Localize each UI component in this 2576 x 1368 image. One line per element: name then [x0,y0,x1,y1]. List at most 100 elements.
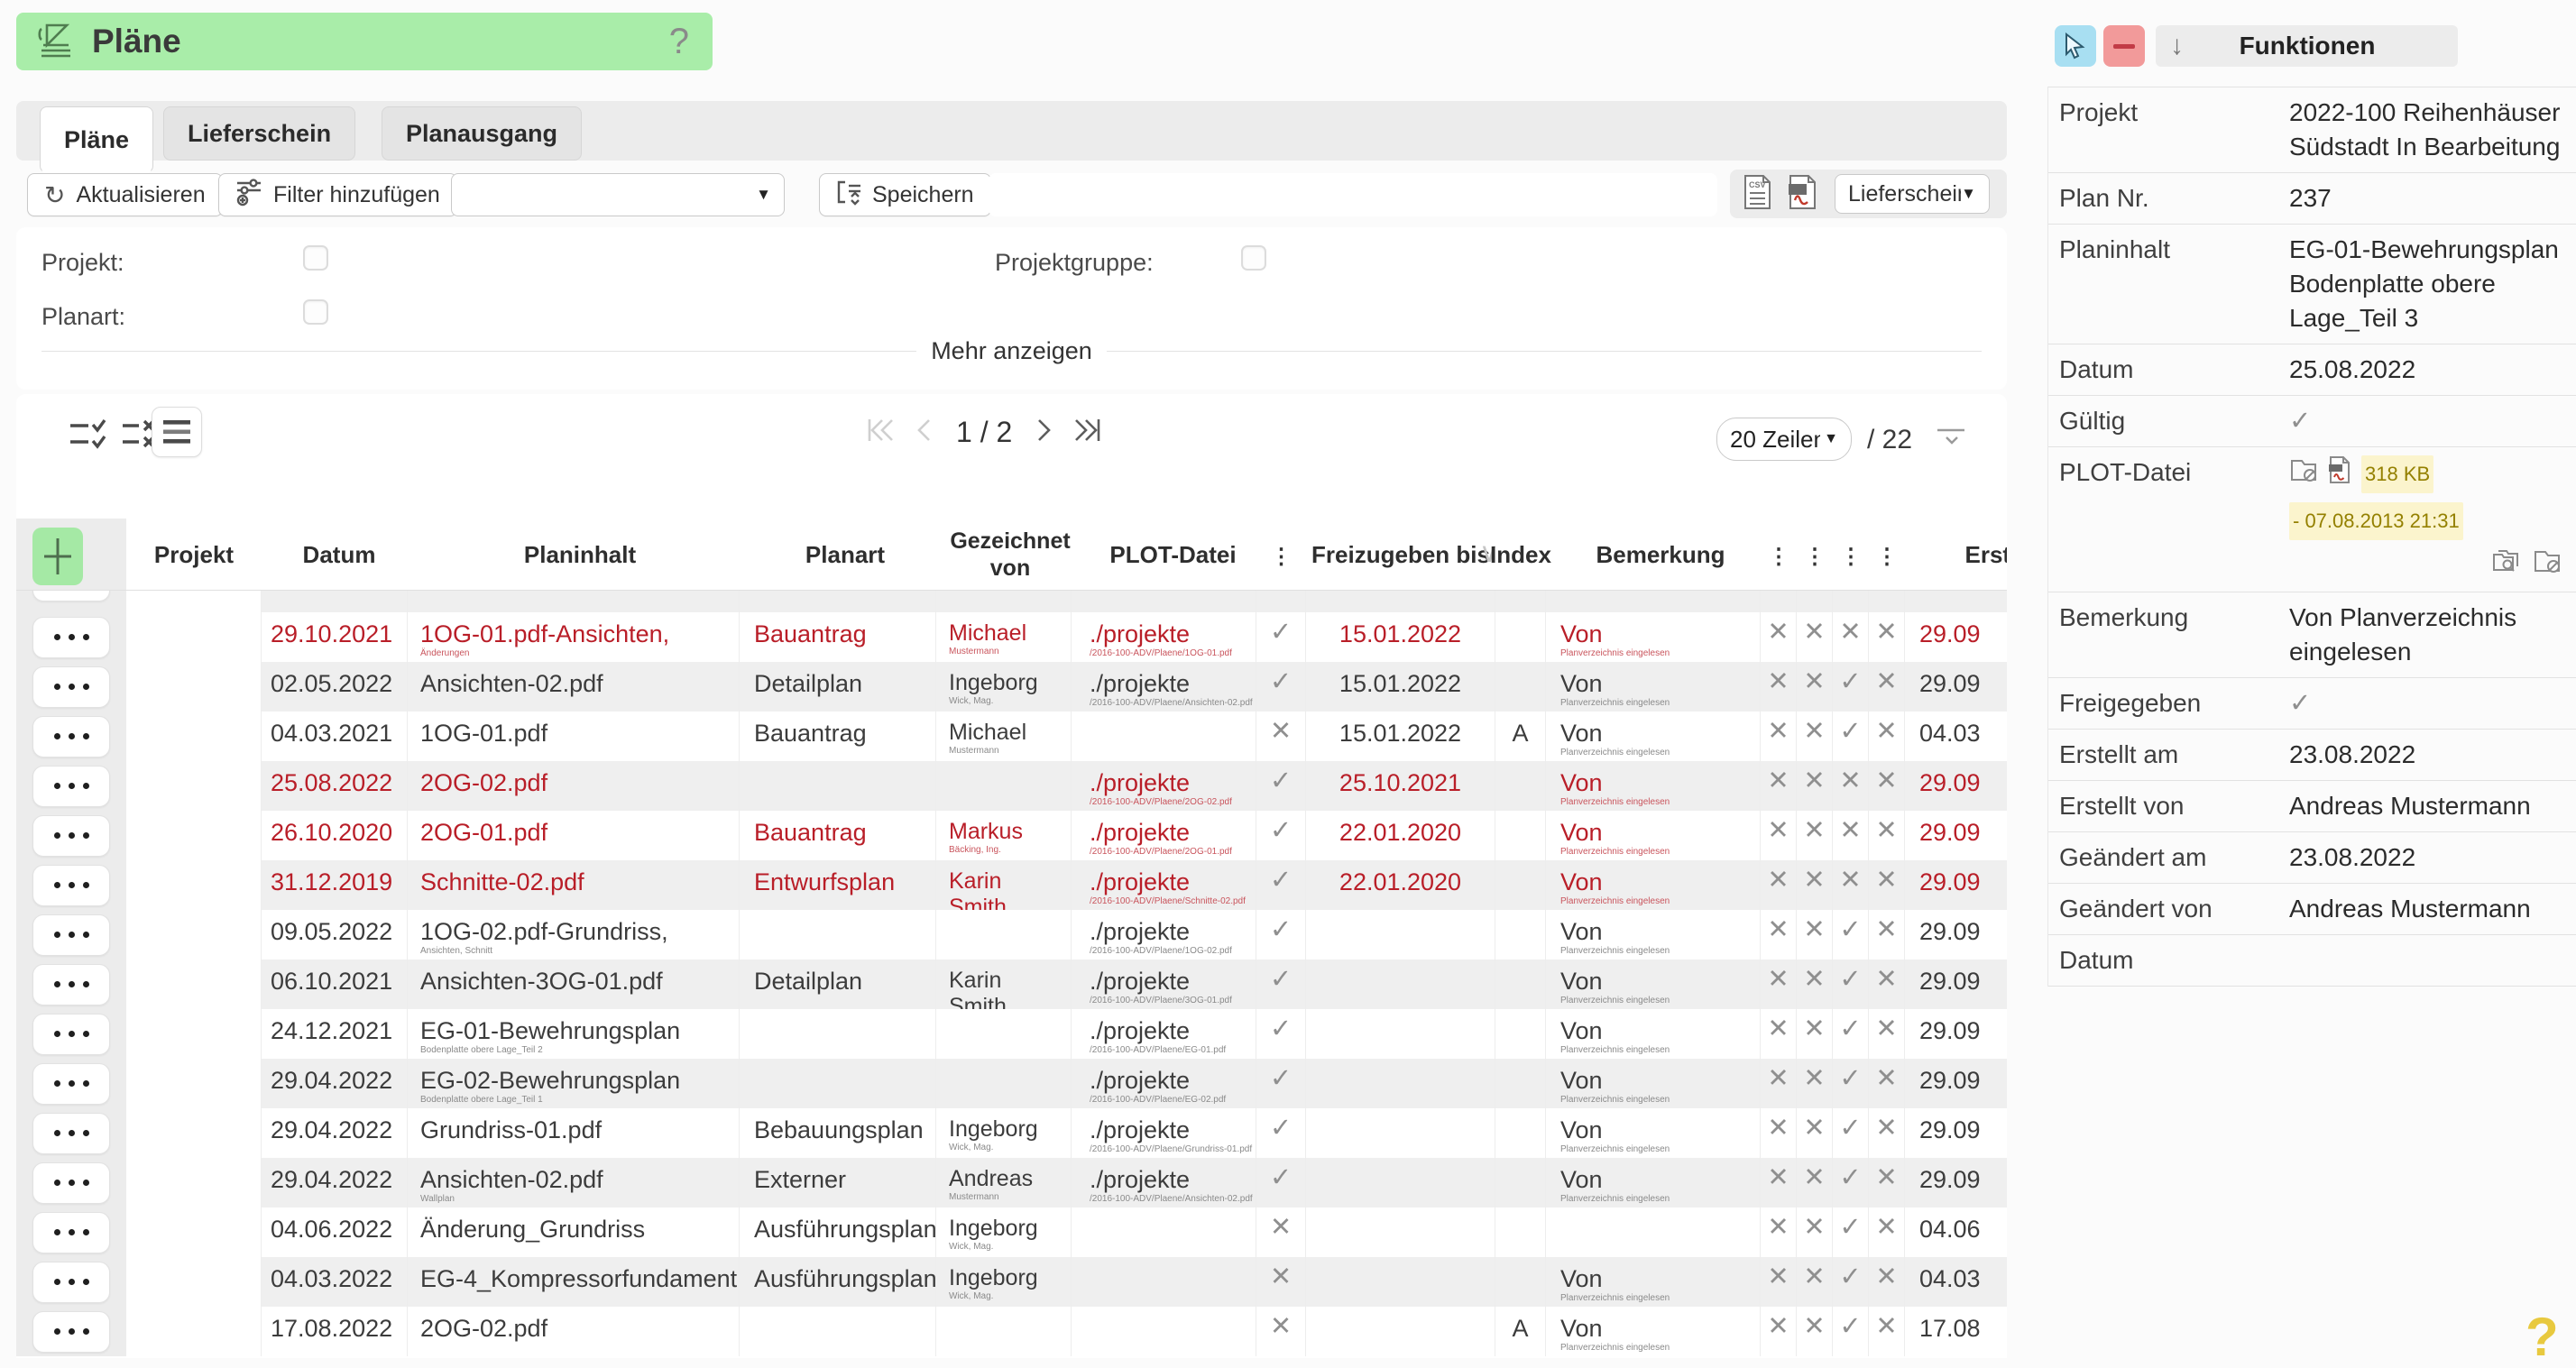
add-row-button[interactable] [32,528,83,585]
table-row[interactable]: 04.03.2022EG-4_KompressorfundamentAusfüh… [16,1257,2007,1307]
flag-glyph[interactable]: ✓ [1839,965,1861,994]
flag-glyph[interactable]: ✕ [1803,618,1825,647]
cursor-select-button[interactable] [2055,25,2096,67]
flag-glyph[interactable]: ✕ [1803,1064,1825,1093]
tab-plne[interactable]: Pläne [40,106,153,173]
flag-glyph[interactable]: ✕ [1875,667,1897,696]
flag-glyph[interactable]: ✕ [1803,717,1825,746]
row-menu-button[interactable] [32,617,110,658]
flag-glyph[interactable]: ✓ [1839,915,1861,944]
flag-glyph[interactable]: ✕ [1803,1312,1825,1341]
flag-glyph[interactable]: ✕ [1875,915,1897,944]
flag-glyph[interactable]: ✕ [1839,866,1861,895]
show-more-link[interactable]: Mehr anzeigen [916,337,1107,365]
row-menu-button[interactable] [32,591,110,601]
column-header-planart[interactable]: Planart [740,519,936,590]
flag-glyph[interactable]: ✕ [1839,767,1861,795]
funktionen-bar[interactable]: ↓ Funktionen [2156,25,2458,67]
column-header-x3[interactable]: ⋮ [1833,519,1869,590]
table-row[interactable]: 26.10.20202OG-01.pdfBauantragMarkusBäcki… [16,811,2007,860]
last-page-icon[interactable] [1072,414,1104,451]
flag-glyph[interactable]: ✕ [1767,866,1789,895]
saved-filter-select[interactable]: ▼ [451,173,785,216]
column-header-bemerkung[interactable]: Bemerkung [1546,519,1761,590]
menu-button[interactable] [152,407,202,457]
next-page-icon[interactable] [1034,414,1055,451]
column-header-chk[interactable]: ⋮ [1256,519,1306,590]
corner-help-icon[interactable]: ? [2525,1306,2559,1368]
row-menu-button[interactable] [32,766,110,807]
table-row[interactable]: 02.05.2022Ansichten-02.pdfDetailplanInge… [16,662,2007,712]
column-header-index[interactable]: Index [1495,519,1546,590]
tab-lieferschein[interactable]: Lieferschein [163,106,355,161]
flag-glyph[interactable]: ✓ [1839,1163,1861,1192]
table-row[interactable]: 04.06.2022Änderung_GrundrissAusführungsp… [16,1207,2007,1257]
flag-glyph[interactable]: ✕ [1767,1163,1789,1192]
row-menu-button[interactable] [32,1113,110,1154]
column-header-plot[interactable]: PLOT-Datei [1072,519,1256,590]
tab-planausgang[interactable]: Planausgang [382,106,582,161]
table-row[interactable]: 29.10.20211OG-01.pdf-Ansichten,Änderunge… [16,612,2007,662]
flag-glyph[interactable]: ✕ [1839,816,1861,845]
flag-glyph[interactable]: ✕ [1767,717,1789,746]
refresh-button[interactable]: ↻ Aktualisieren [27,173,223,216]
flag-glyph[interactable]: ✕ [1767,1064,1789,1093]
remove-button[interactable] [2103,25,2145,67]
table-row[interactable]: 06.10.2021Ansichten-3OG-01.pdfDetailplan… [16,959,2007,1009]
row-menu-button[interactable] [32,1311,110,1353]
flag-glyph[interactable]: ✕ [1875,767,1897,795]
column-header-planinhalt[interactable]: Planinhalt [408,519,740,590]
flag-glyph[interactable]: ✓ [1839,667,1861,696]
table-row[interactable]: 09.05.20221OG-02.pdf-Grundriss,Ansichten… [16,910,2007,959]
flag-glyph[interactable]: ✕ [1803,1114,1825,1143]
flag-glyph[interactable]: ✓ [1839,1064,1861,1093]
flag-glyph[interactable]: ✕ [1875,1114,1897,1143]
column-header-x2[interactable]: ⋮ [1797,519,1833,590]
flag-glyph[interactable]: ✕ [1875,1262,1897,1291]
flag-glyph[interactable]: ✕ [1803,965,1825,994]
flag-glyph[interactable]: ✓ [1839,1114,1861,1143]
flag-glyph[interactable]: ✕ [1767,667,1789,696]
flag-glyph[interactable]: ✕ [1767,618,1789,647]
flag-glyph[interactable]: ✕ [1875,866,1897,895]
page-size-select[interactable]: 20 Zeilen ▼ [1716,418,1852,461]
table-row[interactable]: 31.12.2019Schnitte-02.pdfEntwurfsplanKar… [16,860,2007,910]
flag-glyph[interactable]: ✓ [1839,1312,1861,1341]
flag-glyph[interactable]: ✕ [1875,816,1897,845]
flag-glyph[interactable]: ✕ [1803,1163,1825,1192]
flag-glyph[interactable]: ✕ [1803,1262,1825,1291]
flag-glyph[interactable]: ✕ [1767,1114,1789,1143]
column-header-gezeichnet[interactable]: Gezeichnet von [936,519,1072,590]
flag-glyph[interactable]: ✕ [1875,1213,1897,1242]
flag-glyph[interactable]: ✕ [1803,1213,1825,1242]
flag-glyph[interactable]: ✕ [1803,866,1825,895]
flag-glyph[interactable]: ✓ [1839,1015,1861,1043]
column-header-x4[interactable]: ⋮ [1869,519,1905,590]
collapse-icon[interactable] [1936,427,1966,454]
flag-glyph[interactable]: ✕ [1803,667,1825,696]
save-button[interactable]: Speichern [819,173,991,216]
export-pdf-icon[interactable] [1784,173,1820,216]
flag-glyph[interactable]: ✕ [1875,1064,1897,1093]
table-row[interactable]: 29.04.2022Ansichten-02.pdfWallplanExtern… [16,1158,2007,1207]
row-menu-button[interactable] [32,1262,110,1303]
column-header-projekt[interactable]: Projekt [126,519,262,590]
flag-glyph[interactable]: ✕ [1875,1312,1897,1341]
row-menu-button[interactable] [32,964,110,1005]
flag-glyph[interactable]: ✕ [1767,1262,1789,1291]
flag-glyph[interactable]: ✓ [1839,1262,1861,1291]
row-menu-button[interactable] [32,1063,110,1105]
column-header-freizugeben[interactable]: Freizugeben bis∨ [1306,519,1495,590]
row-menu-button[interactable] [32,815,110,857]
flag-glyph[interactable]: ✕ [1767,1312,1789,1341]
prev-page-icon[interactable] [913,414,934,451]
flag-glyph[interactable]: ✕ [1875,1163,1897,1192]
flag-glyph[interactable]: ✕ [1803,1015,1825,1043]
filter-projektgruppe-checkbox[interactable] [1241,245,1266,271]
first-page-icon[interactable] [864,414,897,451]
flag-glyph[interactable]: ✓ [1839,1213,1861,1242]
add-filter-button[interactable]: Filter hinzufügen [218,173,457,216]
export-target-select[interactable]: Lieferschein ▼ [1835,174,1990,214]
filter-projekt-checkbox[interactable] [303,245,328,271]
pdf-file-icon[interactable] [2327,455,2352,493]
